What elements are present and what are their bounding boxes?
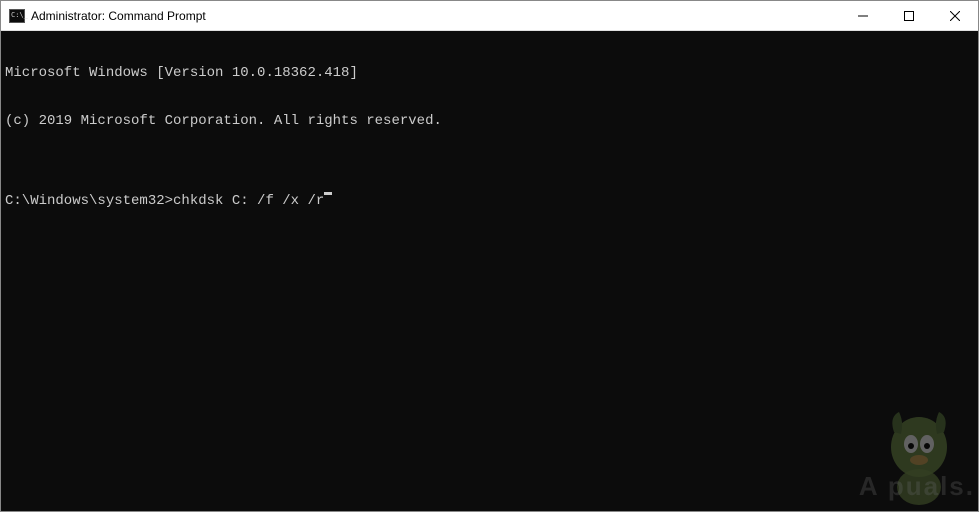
terminal-cursor [324,192,332,195]
terminal-command: chkdsk C: /f /x /r [173,193,324,209]
terminal-area[interactable]: Microsoft Windows [Version 10.0.18362.41… [1,31,978,511]
cmd-icon [9,9,25,23]
title-bar: Administrator: Command Prompt [1,1,978,31]
window-controls [840,1,978,30]
close-icon [950,11,960,21]
terminal-prompt-line: C:\Windows\system32>chkdsk C: /f /x /r [5,193,974,209]
maximize-button[interactable] [886,1,932,30]
terminal-output-line: Microsoft Windows [Version 10.0.18362.41… [5,65,974,81]
title-bar-left: Administrator: Command Prompt [1,9,840,23]
maximize-icon [904,11,914,21]
command-prompt-window: Administrator: Command Prompt Microsoft … [0,0,979,512]
close-button[interactable] [932,1,978,30]
minimize-button[interactable] [840,1,886,30]
terminal-output-line: (c) 2019 Microsoft Corporation. All righ… [5,113,974,129]
terminal-prompt: C:\Windows\system32> [5,193,173,209]
minimize-icon [858,11,868,21]
window-title: Administrator: Command Prompt [31,9,206,23]
